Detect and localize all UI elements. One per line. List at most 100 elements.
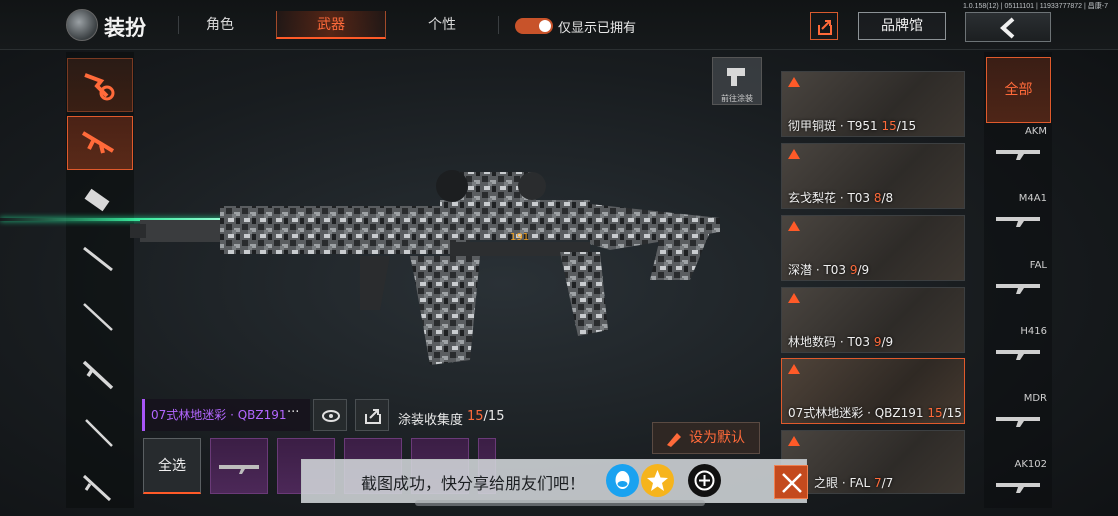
- mdr-icon: [996, 417, 1040, 427]
- filter-akm[interactable]: AKM: [986, 124, 1051, 190]
- skin-card-selected[interactable]: 07式林地迷彩 · QBZ191 15/15: [781, 358, 965, 424]
- fal-icon: [996, 284, 1040, 294]
- collection-label: 涂装收集度: [398, 413, 464, 428]
- page-title: 装扮: [104, 16, 146, 40]
- skin-card[interactable]: 林地数码 · T03 9/9: [781, 287, 965, 353]
- scrollbar[interactable]: [415, 500, 705, 506]
- qzone-icon[interactable]: [641, 464, 674, 497]
- wechat-icon[interactable]: [688, 464, 721, 497]
- filter-label: AK102: [1014, 459, 1048, 470]
- spray-gun-icon: [727, 68, 745, 86]
- toggle-knob: [539, 20, 551, 32]
- collection-value: 15/15: [467, 409, 504, 424]
- tab-role[interactable]: 角色: [190, 11, 250, 39]
- paint-badge-icon: [788, 149, 800, 159]
- marksman-icon: [85, 419, 113, 447]
- skin-card[interactable]: 深潜 · T03 9/9: [781, 215, 965, 281]
- pistol-icon: [82, 474, 112, 502]
- sidebar-item-lmg[interactable]: [67, 348, 133, 402]
- filter-label: M4A1: [1018, 193, 1047, 204]
- qq-icon[interactable]: [606, 464, 639, 497]
- ak102-icon: [996, 483, 1040, 493]
- tab-weapon[interactable]: 武器: [276, 11, 386, 39]
- skin-card-total: /8: [881, 191, 894, 205]
- skin-card-owned: 9: [873, 335, 882, 349]
- back-button[interactable]: [965, 12, 1051, 42]
- sniper-icon: [83, 303, 113, 331]
- close-icon: [782, 473, 802, 493]
- skin-card-name: 彻甲铜斑 · T951: [788, 119, 882, 133]
- filter-label: FAL: [1029, 260, 1047, 271]
- part-thumbnail[interactable]: [210, 438, 268, 494]
- skin-card-owned: 9: [849, 263, 858, 277]
- divider: [178, 16, 179, 34]
- weapon-bundle-icon: [84, 73, 115, 101]
- paint-badge-icon: [788, 436, 800, 446]
- weapon-model[interactable]: 191: [130, 160, 730, 380]
- owned-only-toggle[interactable]: [515, 18, 553, 34]
- sidebar-item-pistol[interactable]: [67, 462, 133, 516]
- paint-badge-icon: [788, 364, 800, 374]
- version-text: 1.0.158(12) | 05111101 | 11933777872 | 昌…: [962, 3, 1108, 10]
- h416-icon: [996, 350, 1040, 360]
- filter-m4a1[interactable]: M4A1: [986, 191, 1051, 257]
- share-icon: [365, 409, 381, 424]
- m4a1-icon: [996, 217, 1040, 227]
- skin-card-total: /9: [881, 335, 894, 349]
- sidebar-item-rifle[interactable]: [67, 116, 133, 170]
- skin-card[interactable]: 玄戈梨花 · T03 8/8: [781, 143, 965, 209]
- skin-card-name: 林地数码 · T03: [788, 335, 874, 349]
- filter-label: MDR: [1023, 393, 1047, 404]
- goto-paint-label: 前往涂装: [721, 94, 753, 103]
- collection-total: /15: [483, 409, 505, 424]
- set-default-button[interactable]: 设为默认: [652, 422, 760, 454]
- rifle-icon: [219, 465, 259, 474]
- filter-fal[interactable]: FAL: [986, 258, 1051, 324]
- skin-card-total: /9: [857, 263, 870, 277]
- share-icon[interactable]: [810, 12, 838, 40]
- skin-card-owned: 15: [927, 406, 943, 420]
- skin-card-total: /15: [896, 119, 917, 133]
- filter-h416[interactable]: H416: [986, 324, 1051, 390]
- skin-card-total: /7: [881, 476, 894, 490]
- collection-owned: 15: [467, 409, 484, 424]
- filter-label: H416: [1020, 326, 1047, 337]
- filter-all[interactable]: 全部: [986, 57, 1051, 123]
- paint-badge-icon: [788, 221, 800, 231]
- lmg-icon: [82, 360, 114, 390]
- paint-badge-icon: [788, 77, 800, 87]
- more-icon[interactable]: ···: [287, 405, 299, 420]
- skin-card-owned: 7: [873, 476, 882, 490]
- brand-hall-button[interactable]: 品牌馆: [858, 12, 946, 40]
- preview-button[interactable]: [313, 399, 347, 431]
- skin-card-name: 深潜 · T03: [788, 263, 850, 277]
- shotgun-icon: [83, 246, 113, 272]
- tab-personal[interactable]: 个性: [412, 11, 472, 39]
- select-all-button[interactable]: 全选: [143, 438, 201, 494]
- skin-card-name: 07式林地迷彩 · QBZ191: [788, 406, 928, 420]
- share-skin-button[interactable]: [355, 399, 389, 431]
- skin-card-owned: 8: [873, 191, 882, 205]
- filter-ak102[interactable]: AK102: [986, 457, 1051, 516]
- sidebar-item-marksman[interactable]: [67, 406, 133, 460]
- eye-icon: [322, 410, 340, 422]
- sidebar-item-smg[interactable]: [67, 176, 133, 230]
- sidebar-item-shotgun[interactable]: [67, 232, 133, 286]
- akm-icon: [996, 150, 1040, 160]
- rifle-icon: [81, 131, 115, 154]
- sidebar-item-all-weapons[interactable]: [67, 58, 133, 112]
- skin-card-owned: 15: [881, 119, 897, 133]
- owned-only-label: 仅显示已拥有: [558, 21, 637, 36]
- skin-card-name: 玄戈梨花 · T03: [788, 191, 874, 205]
- skin-card-name: 之眼 · FAL: [814, 476, 874, 490]
- filter-mdr[interactable]: MDR: [986, 391, 1051, 457]
- toast-message: 截图成功，快分享给朋友们吧！: [361, 474, 586, 493]
- toast-close-button[interactable]: [774, 465, 808, 499]
- smg-icon: [84, 188, 110, 212]
- skin-card[interactable]: 彻甲铜斑 · T951 15/15: [781, 71, 965, 137]
- sidebar-item-sniper[interactable]: [67, 290, 133, 344]
- spray-icon: [667, 433, 681, 447]
- selected-skin-name: 07式林地迷彩 · QBZ191: [142, 399, 310, 431]
- set-default-label: 设为默认: [689, 430, 745, 446]
- paint-badge-icon: [788, 293, 800, 303]
